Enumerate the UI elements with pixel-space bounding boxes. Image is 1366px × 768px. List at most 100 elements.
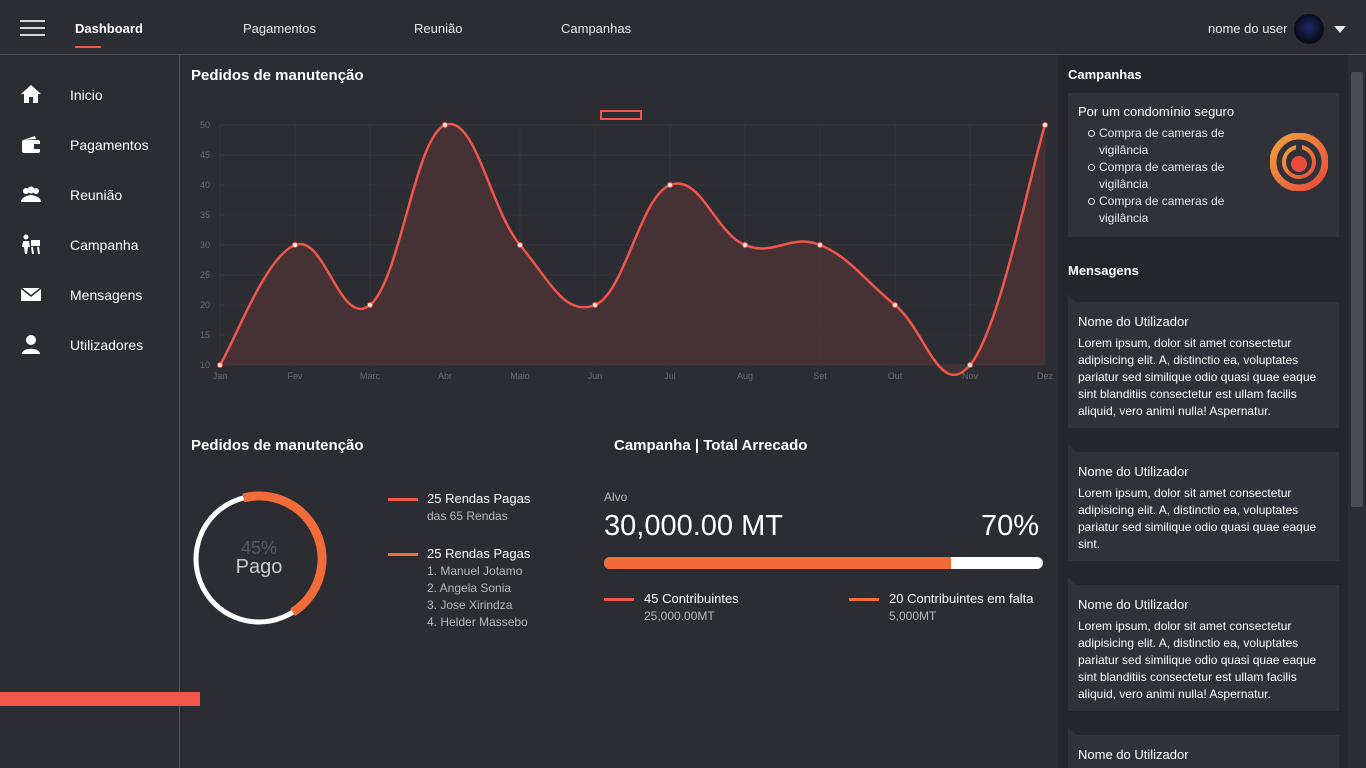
sidebar-item-label: Mensagens xyxy=(70,287,143,303)
envelope-icon xyxy=(20,287,42,301)
hamburger-icon[interactable] xyxy=(20,20,45,38)
wallet-icon xyxy=(22,136,40,153)
sidebar-item-utilizadores[interactable]: Utilizadores xyxy=(0,325,180,365)
contrib-amount: 25,000.00MT xyxy=(644,609,715,623)
data-point xyxy=(367,302,373,308)
data-point xyxy=(442,122,448,128)
sidebar-item-reuniao[interactable]: Reunião xyxy=(0,175,180,215)
data-point xyxy=(217,362,223,368)
legend-line xyxy=(604,598,634,601)
campaign-progress-fill xyxy=(604,557,951,569)
main-content: Pedidos de manutenção 10 15 20 25 30 35 40 45 50… xyxy=(181,55,1058,768)
message-card[interactable]: Nome do Utilizador Lorem ipsum, dolor si… xyxy=(1068,577,1339,711)
mensagens-title: Mensagens xyxy=(1068,263,1139,278)
x-tick-label: Out xyxy=(888,371,903,381)
x-tick-label: Dez xyxy=(1037,371,1054,381)
y-tick-label: 30 xyxy=(200,240,210,250)
y-tick-label: 35 xyxy=(200,210,210,220)
message-text: Lorem ipsum, dolor sit amet consectetur … xyxy=(1078,619,1317,701)
nav-dashboard[interactable]: Dashboard xyxy=(75,21,143,36)
user-icon xyxy=(22,335,40,354)
y-tick-label: 50 xyxy=(200,120,210,130)
list-item: Compra de cameras de vigilância xyxy=(1088,159,1238,193)
x-tick-label: Set xyxy=(813,371,827,381)
caret-down-icon[interactable] xyxy=(1334,26,1346,33)
x-tick-label: Jan xyxy=(213,371,228,381)
campaign-item-list: Compra de cameras de vigilância Compra d… xyxy=(1088,125,1238,227)
nav-reuniao[interactable]: Reunião xyxy=(414,21,462,36)
y-tick-label: 10 xyxy=(200,360,210,370)
y-tick-label: 20 xyxy=(200,300,210,310)
data-point xyxy=(592,302,598,308)
y-tick-label: 45 xyxy=(200,150,210,160)
data-point xyxy=(667,182,673,188)
x-tick-label: Marc xyxy=(360,371,380,381)
target-amount: 30,000.00 MT xyxy=(604,510,783,542)
sidebar-item-mensagens[interactable]: Mensagens xyxy=(0,275,180,315)
y-tick-label: 25 xyxy=(200,270,210,280)
x-tick-label: Abr xyxy=(438,371,452,381)
message-card[interactable]: Nome do Utilizador Lorem ipsum, dolor si… xyxy=(1068,294,1339,428)
sidebar-item-campanha[interactable]: Campanha xyxy=(0,225,180,265)
sidebar-item-label: Inicio xyxy=(70,87,103,103)
donut-label: Pago xyxy=(235,556,283,578)
campanhas-title: Campanhas xyxy=(1068,67,1142,82)
user-name[interactable]: nome do user xyxy=(1208,21,1288,36)
contrib-amount: 5,000MT xyxy=(889,609,937,623)
sidebar-item-pagamentos[interactable]: Pagamentos xyxy=(0,125,180,165)
campaign-card-title: Por um condomínio seguro xyxy=(1078,104,1235,119)
message-card[interactable]: Nome do Utilizador Lorem ipsum, dolor si… xyxy=(1068,444,1339,561)
right-panel: Campanhas Por um condomínio seguro Compr… xyxy=(1058,55,1348,768)
message-author: Nome do Utilizador xyxy=(1078,464,1189,479)
nav-campanhas[interactable]: Campanhas xyxy=(561,21,631,36)
y-tick-label: 15 xyxy=(200,330,210,340)
legend-sub: 3. Jose Xirindza xyxy=(427,598,513,612)
contrib-title: 20 Contribuintes em falta xyxy=(889,591,1034,606)
sidebar-accent-bar xyxy=(0,692,200,706)
data-point xyxy=(892,302,898,308)
contrib-title: 45 Contribuintes xyxy=(644,591,739,606)
target-percent: 70% xyxy=(981,510,1040,542)
campaign-icon xyxy=(22,234,40,255)
data-point xyxy=(742,242,748,248)
target-label: Alvo xyxy=(604,490,628,504)
donut-title: Pedidos de manutenção xyxy=(191,437,364,454)
legend-sub: 4. Helder Massebo xyxy=(427,615,528,629)
nav-pagamentos[interactable]: Pagamentos xyxy=(243,21,316,36)
data-point xyxy=(967,362,973,368)
list-item: Compra de cameras de vigilância xyxy=(1088,193,1238,227)
legend-title: 25 Rendas Pagas xyxy=(427,546,531,561)
y-tick-label: 40 xyxy=(200,180,210,190)
sidebar-item-label: Pagamentos xyxy=(70,137,149,153)
legend-sub: das 65 Rendas xyxy=(427,509,508,523)
list-item: Compra de cameras de vigilância xyxy=(1088,125,1238,159)
legend-line xyxy=(388,498,418,501)
top-bar: Dashboard Pagamentos Reunião Campanhas n… xyxy=(0,0,1366,55)
legend-title: 25 Rendas Pagas xyxy=(427,491,531,506)
maintenance-line-chart: 10 15 20 25 30 35 40 45 50 Jan Fev Marc Abr Maio Jun Ju… xyxy=(200,110,1054,381)
x-tick-label: Maio xyxy=(510,371,530,381)
data-point xyxy=(292,242,298,248)
legend-line xyxy=(849,598,879,601)
message-text: Lorem ipsum, dolor sit amet consectetur … xyxy=(1078,486,1317,551)
x-tick-label: Jul xyxy=(664,371,676,381)
chart-legend-box xyxy=(600,110,642,120)
scrollbar-thumb[interactable] xyxy=(1351,72,1363,507)
message-card[interactable]: Nome do Utilizador xyxy=(1068,727,1339,768)
message-author: Nome do Utilizador xyxy=(1078,314,1189,329)
sidebar-item-label: Reunião xyxy=(70,187,123,203)
legend-sub: 2. Angela Sonia xyxy=(427,581,512,595)
campaign-total-title: Campanha | Total Arrecado xyxy=(614,437,808,454)
message-author: Nome do Utilizador xyxy=(1078,747,1189,762)
sidebar-item-inicio[interactable]: Inicio xyxy=(0,75,180,115)
nav-active-underline xyxy=(75,46,101,48)
sidebar: Inicio Pagamentos Reunião Campanha Mensa… xyxy=(0,55,200,768)
avatar[interactable] xyxy=(1294,14,1324,44)
campaign-logo-icon xyxy=(1270,133,1328,191)
x-tick-label: Aug xyxy=(737,371,753,381)
campaign-card[interactable]: Por um condomínio seguro Compra de camer… xyxy=(1068,93,1339,237)
campaign-progress-bar xyxy=(604,557,1043,569)
x-tick-label: Jun xyxy=(588,371,603,381)
data-point xyxy=(817,242,823,248)
chart-title: Pedidos de manutenção xyxy=(191,67,364,84)
